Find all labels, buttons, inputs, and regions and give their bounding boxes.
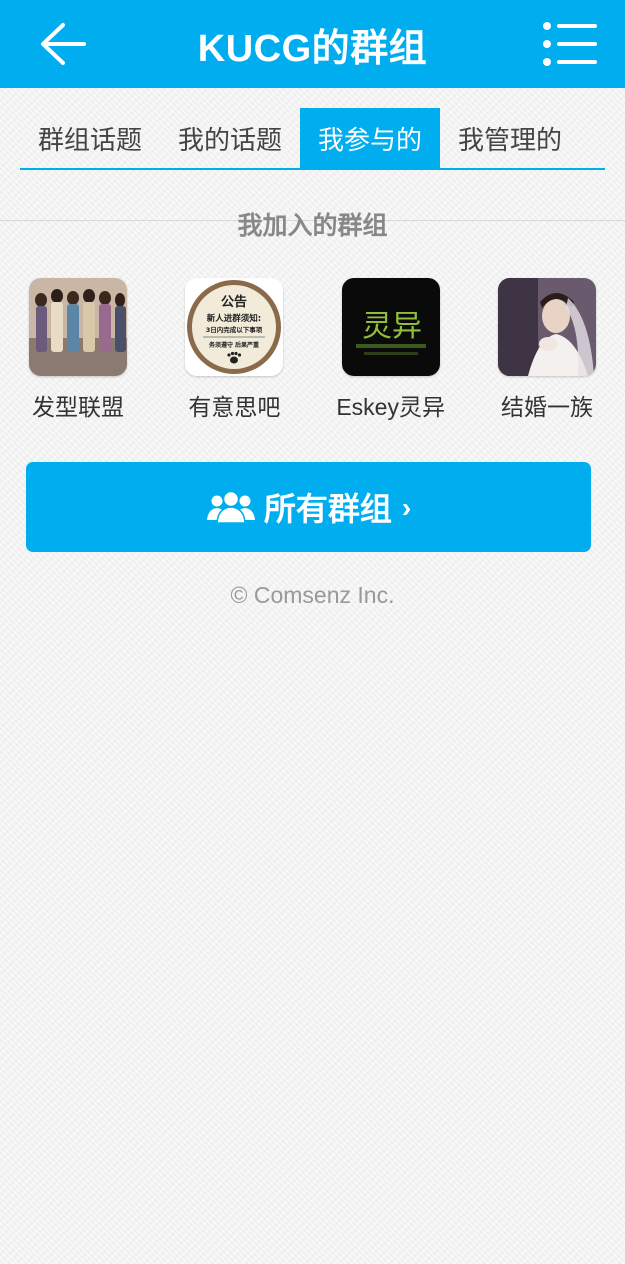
group-name: 发型联盟: [32, 394, 124, 420]
menu-button[interactable]: [535, 14, 605, 74]
page-title: KUCG的群组: [197, 27, 428, 70]
back-button[interactable]: [28, 14, 98, 74]
group-avatar: [497, 278, 596, 376]
group-eskey-logo-icon: 灵异: [341, 278, 440, 376]
group-name: 结婚一族: [500, 394, 593, 420]
group-item-hair[interactable]: 发型联盟: [0, 278, 156, 422]
group-item-wedding[interactable]: 结婚一族: [469, 278, 625, 422]
group-avatar: [29, 278, 127, 376]
top-bar: KUCG的群组: [0, 0, 625, 88]
group-avatar: 公告 新人进群须知: 3日内完成以下事项 务须遵守 后果严重: [185, 278, 284, 376]
tab-managed[interactable]: 我管理的: [440, 108, 580, 168]
tab-participated[interactable]: 我参与的: [300, 108, 440, 168]
group-avatar: 灵异: [341, 278, 440, 376]
group-item-interesting[interactable]: 公告 新人进群须知: 3日内完成以下事项 务须遵守 后果严重 有意思吧: [156, 278, 312, 422]
group-item-eskey[interactable]: 灵异 Eskey灵异: [313, 278, 469, 422]
copyright-text: © Comsenz Inc.: [230, 582, 395, 608]
eskey-logo-text: 灵异: [362, 309, 422, 344]
menu-list-icon: [543, 22, 597, 66]
chevron-right-icon: ›: [401, 492, 412, 523]
group-list: 发型联盟 公告 新人进群须知: 3日内完成以下事项 务须遵守 后果严重 有意思吧…: [0, 278, 625, 422]
tab-my-topics[interactable]: 我的话题: [160, 108, 300, 168]
section-header: 我加入的群组: [0, 212, 625, 250]
group-notice-badge-icon: 公告 新人进群须知: 3日内完成以下事项 务须遵守 后果严重: [185, 278, 284, 376]
section-title: 我加入的群组: [237, 212, 388, 240]
group-photo-bride-icon: [497, 278, 596, 376]
tab-bar: 群组话题 我的话题 我参与的 我管理的: [20, 108, 605, 170]
group-name: Eskey灵异: [336, 394, 445, 420]
group-photo-models-icon: [29, 278, 127, 376]
tab-group-topics[interactable]: 群组话题: [20, 108, 160, 168]
group-name: 有意思吧: [188, 394, 281, 420]
badge-title: 公告: [221, 294, 247, 310]
badge-line3: 务须遵守 后果严重: [209, 341, 259, 349]
all-groups-label: 所有群组: [263, 491, 392, 527]
back-arrow-icon: [41, 23, 86, 65]
all-groups-button[interactable]: 所有群组 ›: [26, 462, 591, 552]
people-icon: [206, 490, 255, 524]
badge-line1: 新人进群须知:: [207, 313, 261, 324]
badge-line2: 3日内完成以下事项: [206, 325, 263, 334]
